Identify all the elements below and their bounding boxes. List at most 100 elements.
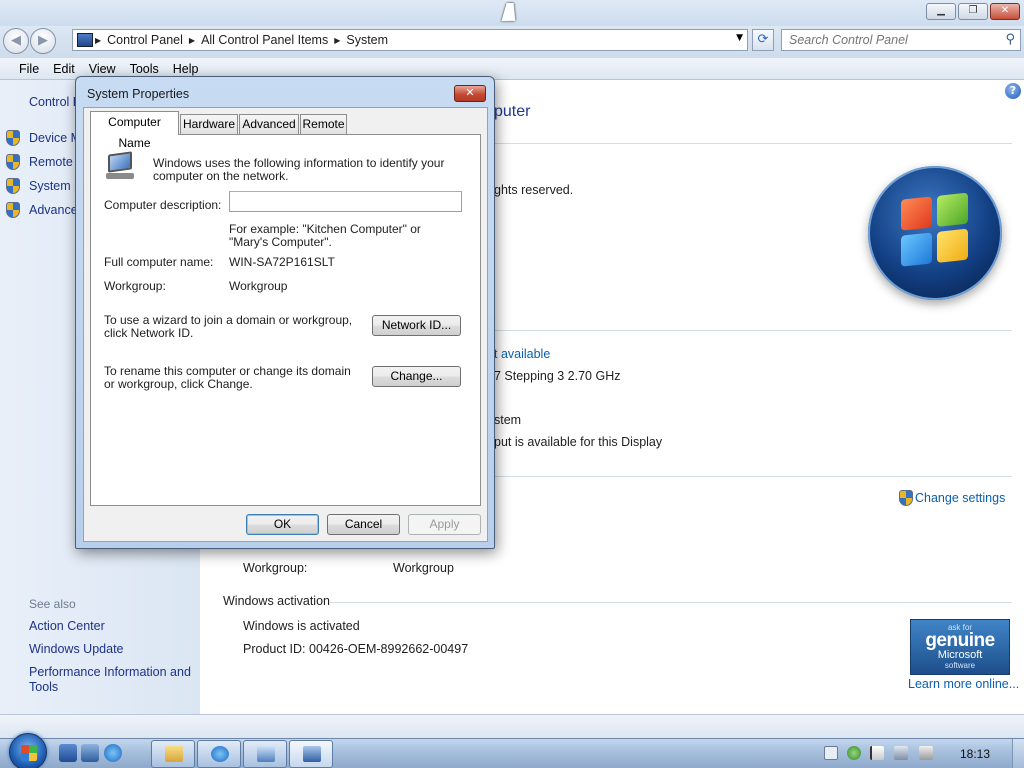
chevron-right-icon[interactable]: ▶ [93, 36, 103, 45]
system-protection-link[interactable]: System p [6, 178, 81, 194]
tab-advanced[interactable]: Advanced [239, 114, 299, 134]
change-settings-link[interactable]: Change settings [899, 490, 1005, 506]
search-icon[interactable]: ⚲ [1005, 32, 1015, 47]
full-computer-name-label: Full computer name: [104, 255, 214, 269]
ok-button[interactable]: OK [246, 514, 319, 535]
internet-explorer-icon [211, 746, 229, 762]
show-desktop-button[interactable] [1012, 739, 1024, 768]
learn-more-link[interactable]: Learn more online... [908, 677, 1019, 691]
menu-view[interactable]: View [82, 62, 123, 76]
search-input[interactable] [782, 30, 992, 50]
document-icon[interactable] [824, 746, 838, 760]
shield-icon [6, 130, 20, 146]
apply-button[interactable]: Apply [408, 514, 481, 535]
taskbar-ie-button[interactable] [197, 740, 241, 768]
windows-flag-icon [21, 745, 37, 761]
activation-heading: Windows activation [223, 594, 330, 608]
rating-link[interactable]: t available [494, 347, 550, 361]
control-panel-icon [303, 746, 321, 762]
control-panel-home-link[interactable]: Control P [29, 95, 81, 109]
taskbar-control-panel-button[interactable] [289, 740, 333, 768]
address-bar[interactable]: ▶ Control Panel ▶ All Control Panel Item… [72, 29, 748, 51]
description-example: For example: "Kitchen Computer" or "Mary… [229, 222, 421, 249]
menu-help[interactable]: Help [166, 62, 206, 76]
taskbar-remote-button[interactable] [243, 740, 287, 768]
page-heading: puter [494, 103, 531, 120]
help-icon[interactable]: ? [1005, 83, 1021, 99]
system-type-value: stem [494, 413, 522, 427]
maximize-button[interactable]: ❐ [958, 3, 988, 20]
tab-computer-name[interactable]: Computer Name [90, 111, 179, 150]
divider [330, 602, 1012, 603]
shield-icon [6, 154, 20, 170]
menu-file[interactable]: File [12, 62, 46, 76]
change-button[interactable]: Change... [372, 366, 461, 387]
internet-explorer-icon[interactable] [104, 744, 122, 762]
action-center-link[interactable]: Action Center [29, 619, 194, 634]
change-settings-label: Change settings [915, 491, 1006, 505]
genuine-software: software [944, 661, 976, 670]
tab-panel: Windows uses the following information t… [90, 134, 481, 506]
product-id: Product ID: 00426-OEM-8992662-00497 [243, 642, 469, 656]
genuine-word: genuine [925, 630, 995, 651]
chevron-down-icon[interactable]: ▼ [736, 33, 743, 43]
divider [494, 143, 1012, 144]
device-manager-link[interactable]: Device M [6, 130, 81, 146]
back-button[interactable]: ◀ [3, 28, 29, 54]
folder-icon [165, 746, 183, 762]
forward-button[interactable]: ▶ [30, 28, 56, 54]
link-label: System p [29, 179, 82, 193]
status-bar [0, 714, 1024, 738]
dialog-body: Computer Name Hardware Advanced Remote W… [83, 107, 488, 542]
computer-description-input[interactable] [229, 191, 462, 212]
breadcrumb-all-items[interactable]: All Control Panel Items [197, 33, 332, 47]
show-desktop-icon[interactable] [59, 744, 77, 762]
taskbar-explorer-button[interactable] [151, 740, 195, 768]
menu-tools[interactable]: Tools [123, 62, 166, 76]
start-button[interactable] [9, 733, 47, 768]
network-id-instructions: To use a wizard to join a domain or work… [104, 313, 353, 340]
performance-info-link[interactable]: Performance Information and Tools [29, 665, 194, 695]
switch-windows-icon[interactable] [81, 744, 99, 762]
link-label: Device M [29, 131, 82, 145]
workgroup-value: Workgroup [393, 561, 454, 575]
processor-value: 7 Stepping 3 2.70 GHz [494, 369, 621, 383]
close-button[interactable]: ✕ [990, 3, 1020, 20]
pen-touch-value: put is available for this Display [494, 435, 663, 449]
workgroup-value: Workgroup [229, 279, 288, 293]
cancel-button[interactable]: Cancel [327, 514, 400, 535]
dialog-title: System Properties [87, 87, 190, 101]
shield-icon [6, 202, 20, 218]
computer-network-icon [104, 151, 136, 181]
remote-settings-link[interactable]: Remote s [6, 154, 83, 170]
link-label: Advance [29, 203, 78, 217]
clock[interactable]: 18:13 [960, 747, 990, 761]
change-instructions: To rename this computer or change its do… [104, 364, 351, 391]
refresh-button[interactable]: ⟳ [752, 29, 774, 51]
windows-update-link[interactable]: Windows Update [29, 642, 194, 657]
network-id-button[interactable]: Network ID... [372, 315, 461, 336]
genuine-microsoft: Microsoft [937, 649, 983, 661]
tab-remote[interactable]: Remote [300, 114, 347, 134]
minimize-button[interactable]: ▁ [926, 3, 956, 20]
workgroup-label: Workgroup: [243, 561, 308, 575]
chevron-right-icon[interactable]: ▶ [332, 36, 342, 45]
network-icon[interactable] [894, 746, 908, 760]
breadcrumb-control-panel[interactable]: Control Panel [103, 33, 187, 47]
tab-hardware[interactable]: Hardware [180, 114, 238, 134]
dialog-close-button[interactable]: ✕ [454, 85, 486, 102]
breadcrumb-system[interactable]: System [342, 33, 392, 47]
genuine-microsoft-badge[interactable]: ask for genuine Microsoft software [910, 619, 1010, 675]
chevron-right-icon[interactable]: ▶ [187, 36, 197, 45]
security-icon[interactable] [847, 746, 861, 760]
shield-icon [6, 178, 20, 194]
search-box[interactable]: ⚲ [781, 29, 1021, 51]
divider [494, 330, 1012, 331]
windows-logo [868, 166, 1002, 300]
menu-edit[interactable]: Edit [46, 62, 82, 76]
divider [494, 476, 1012, 477]
advanced-settings-link[interactable]: Advance [6, 202, 78, 218]
volume-muted-icon[interactable] [919, 746, 933, 760]
navigation-bar: ◀ ▶ ▶ Control Panel ▶ All Control Panel … [0, 26, 1024, 58]
flag-icon[interactable] [870, 746, 884, 760]
